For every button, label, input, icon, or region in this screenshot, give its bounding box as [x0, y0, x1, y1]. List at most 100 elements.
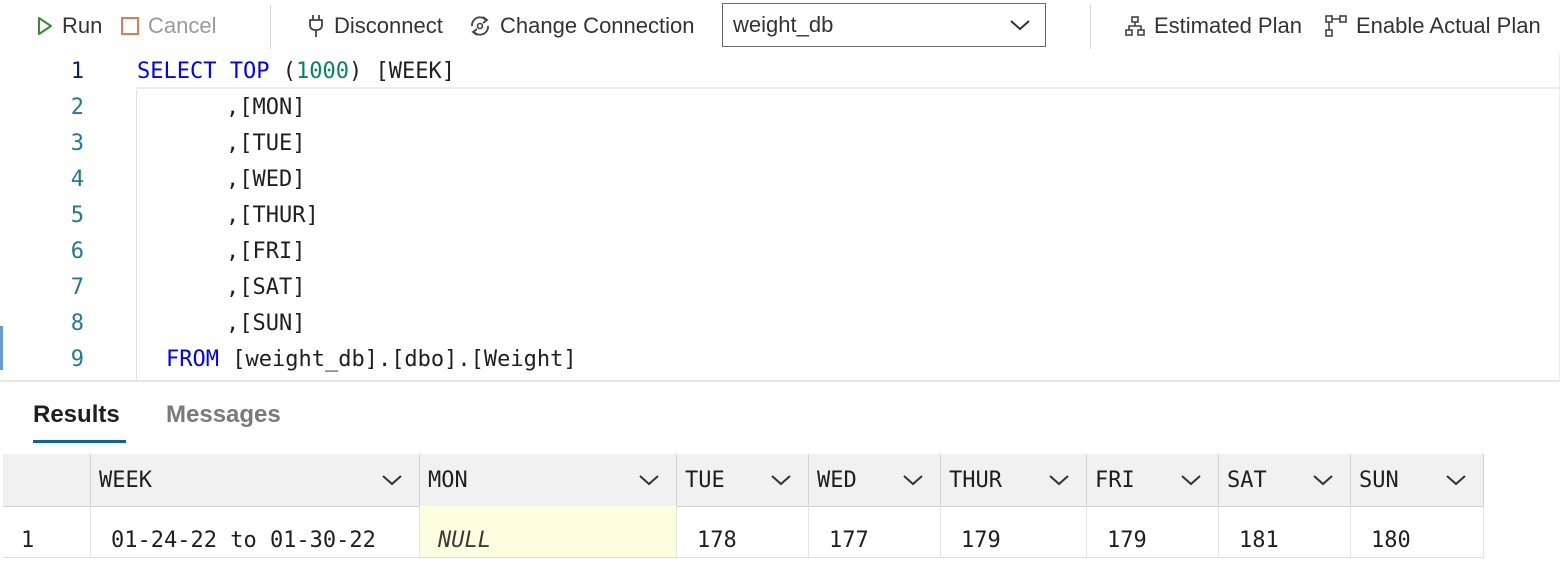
sql-identifier: [SUN] — [239, 311, 306, 336]
column-header-thur[interactable]: THUR — [941, 454, 1087, 506]
change-connection-label: Change Connection — [500, 13, 695, 38]
code-line: ,[WED] — [226, 162, 305, 198]
enable-actual-plan-label: Enable Actual Plan — [1356, 13, 1541, 38]
line-number: 6 — [70, 239, 84, 264]
sql-comma: , — [226, 167, 240, 192]
chevron-down-icon — [1009, 18, 1031, 32]
sql-number: 1000 — [295, 59, 349, 84]
results-grid: WEEK MON TUE WED THUR FRI SAT SUN 1 01-2… — [3, 454, 1484, 558]
cancel-label: Cancel — [148, 13, 217, 38]
play-icon — [36, 16, 54, 36]
table-cell[interactable]: 181 — [1219, 506, 1351, 557]
row-number-cell[interactable]: 1 — [3, 506, 91, 557]
change-connection-button[interactable]: Change Connection — [468, 9, 694, 43]
chevron-down-icon[interactable] — [638, 473, 660, 487]
tab-messages[interactable]: Messages — [166, 392, 281, 438]
sql-identifier: [FRI] — [239, 239, 306, 264]
change-connection-icon — [468, 14, 492, 38]
column-header-wed[interactable]: WED — [809, 454, 941, 506]
column-header-fri[interactable]: FRI — [1087, 454, 1219, 506]
sql-comma: , — [226, 239, 240, 264]
sql-identifier: [WEEK] — [375, 59, 455, 84]
toolbar-divider — [1090, 5, 1091, 49]
code-line: ,[TUE] — [226, 126, 305, 162]
table-cell[interactable]: 177 — [809, 506, 941, 557]
code-line: FROM [weight_db].[dbo].[Weight] — [166, 342, 577, 378]
sql-dot: . — [457, 347, 471, 372]
chevron-down-icon[interactable] — [1312, 473, 1334, 487]
query-toolbar: Run Cancel Disconnect Change Connection … — [0, 0, 1560, 54]
chevron-down-icon[interactable] — [1445, 473, 1467, 487]
chevron-down-icon[interactable] — [902, 473, 924, 487]
sql-identifier: [THUR] — [239, 203, 319, 228]
table-cell[interactable]: 179 — [941, 506, 1087, 557]
sql-comma: , — [226, 95, 240, 120]
line-number: 2 — [70, 95, 84, 120]
code-line: ,[SUN] — [226, 306, 305, 342]
database-dropdown[interactable]: weight_db — [722, 3, 1046, 47]
tab-results[interactable]: Results — [33, 392, 120, 438]
sql-comma: , — [226, 203, 240, 228]
row-number-header — [3, 454, 91, 506]
plug-disconnect-icon — [306, 13, 326, 39]
sql-identifier: [dbo] — [391, 347, 458, 372]
column-header-sat[interactable]: SAT — [1219, 454, 1351, 506]
sql-comma: , — [226, 311, 240, 336]
line-number: 5 — [70, 203, 84, 228]
table-cell[interactable]: 180 — [1351, 506, 1484, 557]
line-number: 4 — [70, 167, 84, 192]
disconnect-button[interactable]: Disconnect — [306, 9, 443, 43]
sql-comma: , — [226, 131, 240, 156]
code-line: SELECT TOP (1000) [WEEK] — [137, 54, 455, 90]
enable-actual-plan-button[interactable]: Enable Actual Plan — [1324, 9, 1541, 43]
run-label: Run — [62, 13, 103, 38]
column-header-sun[interactable]: SUN — [1351, 454, 1484, 506]
table-cell[interactable]: 01-24-22 to 01-30-22 — [91, 506, 420, 557]
column-header-tue[interactable]: TUE — [677, 454, 809, 506]
actual-plan-icon — [1324, 14, 1348, 38]
sql-identifier: [weight_db] — [232, 347, 378, 372]
disconnect-label: Disconnect — [334, 13, 443, 38]
code-line: ,[FRI] — [226, 234, 305, 270]
indent-guide — [136, 90, 137, 380]
stop-icon — [120, 16, 140, 36]
line-number: 7 — [70, 275, 84, 300]
pane-splitter[interactable] — [0, 380, 1560, 382]
line-number: 3 — [70, 131, 84, 156]
sql-identifier: [Weight] — [470, 347, 577, 372]
toolbar-divider — [270, 5, 271, 49]
sql-keyword: SELECT — [137, 59, 217, 84]
line-number: 8 — [70, 311, 84, 336]
table-row[interactable]: 1 01-24-22 to 01-30-22 NULL 178 177 179 … — [3, 506, 1484, 558]
code-line: ,[MON] — [226, 90, 305, 126]
column-header-mon[interactable]: MON — [420, 454, 677, 506]
plan-tree-icon — [1124, 15, 1146, 37]
sql-identifier: [MON] — [239, 95, 306, 120]
chevron-down-icon[interactable] — [381, 473, 403, 487]
line-number: 1 — [70, 59, 84, 84]
null-cell[interactable]: NULL — [420, 506, 677, 557]
estimated-plan-label: Estimated Plan — [1154, 13, 1302, 38]
estimated-plan-button[interactable]: Estimated Plan — [1124, 9, 1302, 43]
chevron-down-icon[interactable] — [770, 473, 792, 487]
active-tab-indicator — [33, 440, 126, 443]
code-line: ,[THUR] — [226, 198, 319, 234]
sql-identifier: [SAT] — [239, 275, 306, 300]
sql-keyword: TOP — [229, 59, 270, 84]
sql-comma: , — [226, 275, 240, 300]
code-line: ,[SAT] — [226, 270, 305, 306]
sql-identifier: [WED] — [239, 167, 306, 192]
sql-identifier: [TUE] — [239, 131, 306, 156]
sql-keyword: FROM — [166, 347, 219, 372]
column-header-week[interactable]: WEEK — [91, 454, 420, 506]
query-editor[interactable]: 1 2 3 4 5 6 7 8 9 SELECT TOP (1000) [WEE… — [0, 54, 1560, 380]
sql-paren: ) — [348, 59, 363, 84]
chevron-down-icon[interactable] — [1180, 473, 1202, 487]
table-cell[interactable]: 179 — [1087, 506, 1219, 557]
cancel-button[interactable]: Cancel — [120, 9, 216, 43]
chevron-down-icon[interactable] — [1048, 473, 1070, 487]
table-cell[interactable]: 178 — [677, 506, 809, 557]
line-number: 9 — [70, 347, 84, 372]
sql-paren: ( — [282, 59, 296, 84]
run-button[interactable]: Run — [36, 9, 102, 43]
